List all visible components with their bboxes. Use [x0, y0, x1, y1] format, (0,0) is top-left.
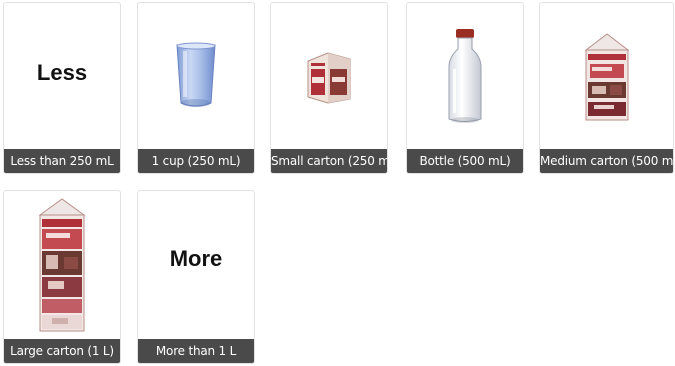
option-image — [407, 3, 523, 149]
option-large-carton[interactable]: Large carton (1 L) — [3, 190, 121, 364]
option-image — [4, 191, 120, 339]
option-image: Less — [4, 3, 120, 143]
option-image — [540, 3, 673, 149]
option-caption: Less than 250 mL — [4, 149, 120, 173]
option-small-carton[interactable]: Small carton (250 mL) — [270, 2, 388, 174]
option-caption: More than 1 L — [138, 339, 254, 363]
more-label: More — [169, 246, 223, 271]
glass-cup-icon — [176, 42, 216, 107]
option-caption: Small carton (250 mL) — [271, 149, 387, 173]
large-carton-icon — [38, 198, 86, 332]
option-caption: Bottle (500 mL) — [407, 149, 523, 173]
option-less-than-250ml[interactable]: Less Less than 250 mL — [3, 2, 121, 174]
medium-carton-icon — [584, 33, 629, 121]
option-caption: Large carton (1 L) — [4, 339, 120, 363]
less-label: Less — [36, 60, 88, 85]
option-medium-carton[interactable]: Medium carton (500 mL) — [539, 2, 674, 174]
option-caption: 1 cup (250 mL) — [138, 149, 254, 173]
option-image — [271, 3, 387, 149]
small-carton-icon — [307, 52, 351, 104]
option-1-cup[interactable]: 1 cup (250 mL) — [137, 2, 255, 174]
bottle-icon — [448, 29, 482, 123]
option-image — [138, 3, 254, 149]
option-bottle[interactable]: Bottle (500 mL) — [406, 2, 524, 174]
option-image: More — [138, 191, 254, 327]
option-caption: Medium carton (500 mL) — [540, 149, 673, 173]
option-more-than-1l[interactable]: More More than 1 L — [137, 190, 255, 364]
